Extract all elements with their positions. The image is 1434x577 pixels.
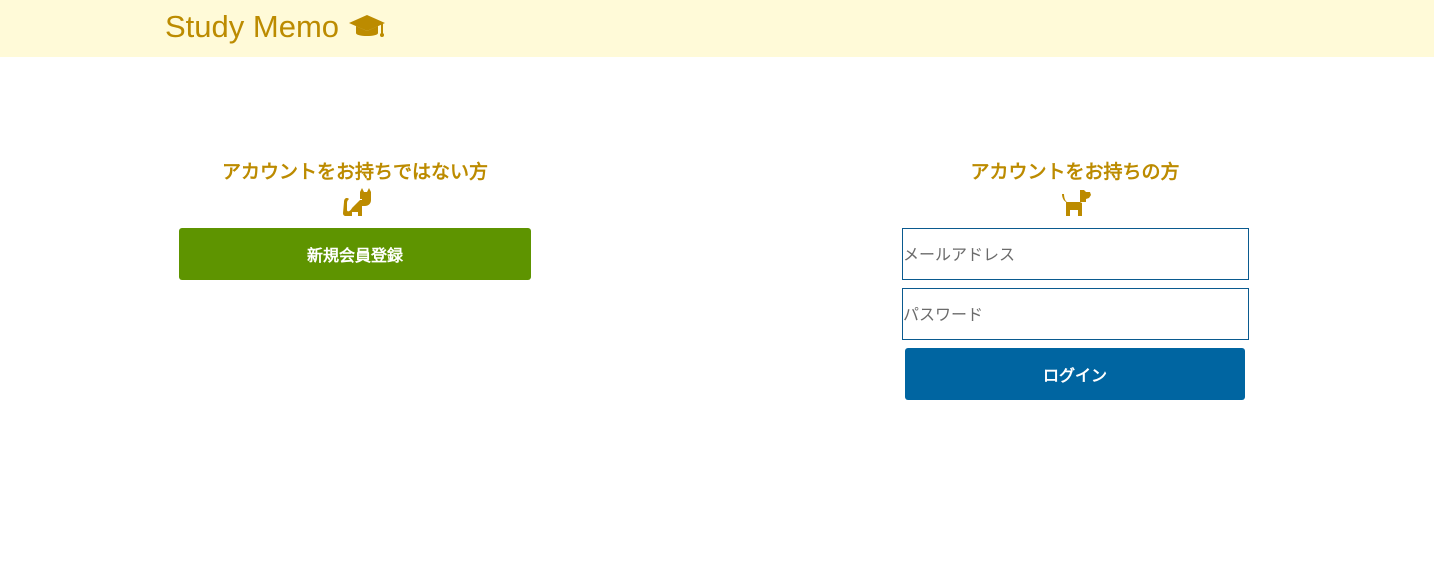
- cat-icon: [340, 188, 372, 218]
- password-field[interactable]: [902, 288, 1249, 340]
- site-logo[interactable]: Study Memo: [165, 9, 386, 45]
- dog-icon: [1060, 188, 1092, 218]
- login-button[interactable]: ログイン: [905, 348, 1245, 400]
- email-field[interactable]: [902, 228, 1249, 280]
- site-title: Study Memo: [165, 9, 340, 44]
- signup-heading: アカウントをお持ちではない方: [221, 161, 488, 183]
- graduation-cap-icon: [348, 13, 386, 41]
- login-heading: アカウントをお持ちの方: [970, 161, 1180, 183]
- site-header: Study Memo: [0, 0, 1434, 57]
- register-button[interactable]: 新規会員登録: [179, 228, 531, 280]
